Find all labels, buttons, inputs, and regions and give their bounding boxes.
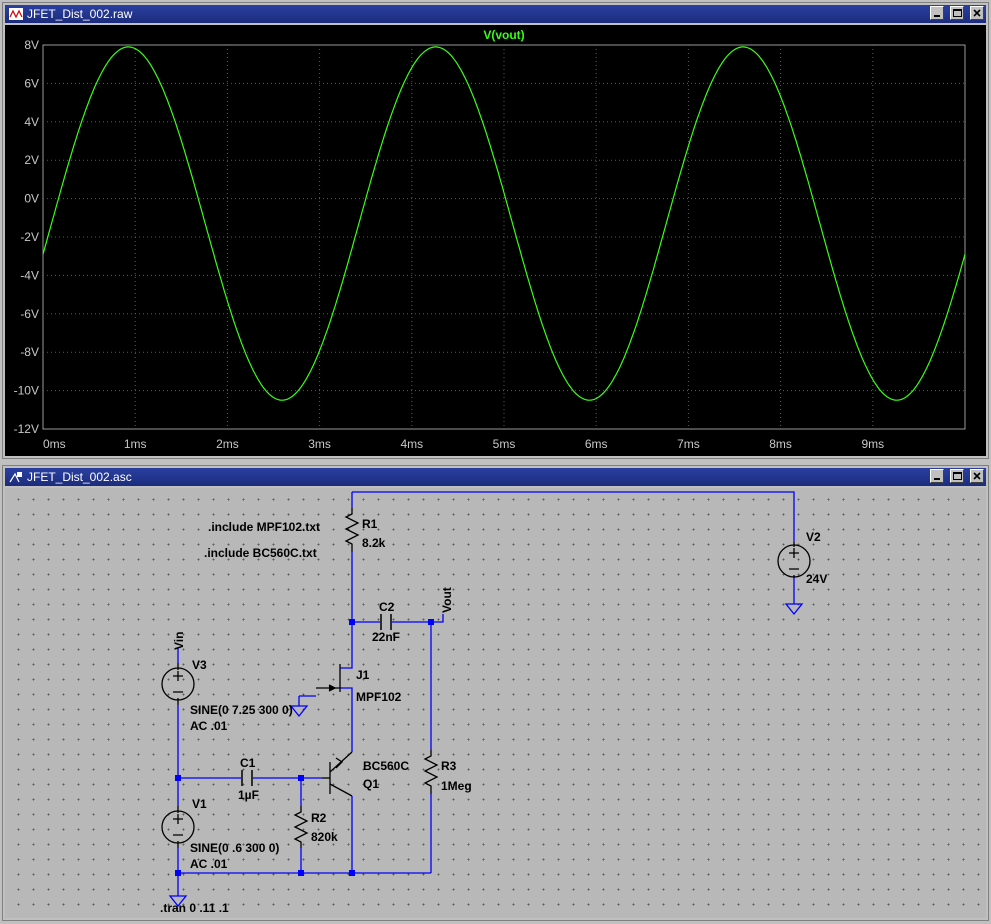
schematic-canvas[interactable]: R1 8.2k C2 22nF Vout R3 1Meg J1 MPF102 B… <box>5 488 986 918</box>
q1-ref: Q1 <box>363 777 379 791</box>
resistor-r2[interactable] <box>293 806 309 848</box>
maximize-button[interactable] <box>950 469 965 483</box>
v1-ref: V1 <box>192 797 207 811</box>
plot-window-title: JFET_Dist_002.raw <box>27 7 133 21</box>
bjt-q1[interactable] <box>322 751 353 797</box>
j1-value: MPF102 <box>356 690 402 704</box>
tran-directive[interactable]: .tran 0 .11 .1 <box>160 901 229 915</box>
x-tick-label: 0ms <box>43 437 66 451</box>
x-tick-label: 3ms <box>308 437 331 451</box>
r3-ref: R3 <box>441 759 457 773</box>
close-button[interactable] <box>970 6 984 20</box>
c2-value: 22nF <box>372 630 400 644</box>
resistor-r3[interactable] <box>423 750 439 794</box>
y-tick-label: -4V <box>20 268 39 282</box>
v1-value1: SINE(0 .6 300 0) <box>190 841 279 855</box>
y-tick-label: -6V <box>20 307 39 321</box>
schematic-icon <box>9 471 23 483</box>
r2-ref: R2 <box>311 811 327 825</box>
junction-dots <box>175 619 434 876</box>
c1-value: 1µF <box>238 788 259 802</box>
v3-ref: V3 <box>192 658 207 672</box>
r3-value: 1Meg <box>441 779 472 793</box>
c1-ref: C1 <box>240 756 256 770</box>
v2-ref: V2 <box>806 530 821 544</box>
c2-ref: C2 <box>379 600 395 614</box>
v2-value: 24V <box>806 572 827 586</box>
v3-value2: AC .01 <box>190 719 228 733</box>
vout-net-label: Vout <box>440 587 454 613</box>
y-tick-label: 0V <box>24 192 39 206</box>
include-bc560c-directive[interactable]: .include BC560C.txt <box>204 546 317 560</box>
schematic-titlebar[interactable]: JFET_Dist_002.asc <box>5 468 986 486</box>
schematic-window-title: JFET_Dist_002.asc <box>27 470 132 484</box>
schematic-editor-window: JFET_Dist_002.asc R1 8.2k C2 22nF Vout R… <box>2 465 989 921</box>
maximize-button[interactable] <box>950 6 965 20</box>
v1-value2: AC .01 <box>190 857 228 871</box>
y-tick-label: -10V <box>14 384 39 398</box>
j1-ref: J1 <box>356 668 370 682</box>
series-vout-line <box>42 46 966 401</box>
vin-net-label: Vin <box>172 632 186 650</box>
minimize-button[interactable] <box>930 469 945 483</box>
include-mpf102-directive[interactable]: .include MPF102.txt <box>208 520 320 534</box>
capacitor-c2[interactable] <box>380 614 392 630</box>
voltage-source-v3[interactable] <box>161 663 195 705</box>
resistor-r1[interactable] <box>344 508 360 552</box>
plot-area[interactable]: 0ms 1ms 2ms 3ms 4ms 5ms 6ms 7ms 8ms 9ms 8V 6V 4V 2V 0V… <box>5 25 986 456</box>
plot-titlebar[interactable]: JFET_Dist_002.raw <box>5 5 986 23</box>
waveform-viewer-window: JFET_Dist_002.raw 0ms 1ms 2ms 3ms 4ms 5ms 6ms 7… <box>2 2 989 459</box>
r2-value: 820k <box>311 830 338 844</box>
ground-symbol <box>289 705 309 718</box>
x-tick-label: 7ms <box>677 437 700 451</box>
y-tick-label: -12V <box>14 422 39 436</box>
x-tick-label: 2ms <box>216 437 239 451</box>
y-tick-label: -8V <box>20 345 39 359</box>
y-tick-label: 6V <box>24 76 39 90</box>
x-tick-label: 8ms <box>769 437 792 451</box>
waveform-icon <box>9 8 23 20</box>
q1-value: BC560C <box>363 759 409 773</box>
v3-value1: SINE(0 7.25 300 0) <box>190 703 293 717</box>
y-tick-label: 8V <box>24 38 39 52</box>
x-tick-label: 6ms <box>585 437 608 451</box>
ground-symbol <box>784 603 804 616</box>
close-button[interactable] <box>970 469 984 483</box>
r1-value: 8.2k <box>362 536 386 550</box>
x-tick-label: 9ms <box>861 437 884 451</box>
waveform-chart[interactable]: 0ms 1ms 2ms 3ms 4ms 5ms 6ms 7ms 8ms 9ms 8V 6V 4V 2V 0V… <box>5 25 984 454</box>
x-tick-label: 4ms <box>400 437 423 451</box>
capacitor-c1[interactable] <box>241 770 253 786</box>
r1-ref: R1 <box>362 517 378 531</box>
jfet-j1[interactable] <box>316 664 341 692</box>
minimize-button[interactable] <box>930 6 945 20</box>
y-tick-label: -2V <box>20 230 39 244</box>
y-tick-label: 4V <box>24 115 39 129</box>
x-tick-label: 5ms <box>493 437 516 451</box>
trace-label[interactable]: V(vout) <box>483 28 524 42</box>
x-tick-label: 1ms <box>124 437 147 451</box>
y-tick-label: 2V <box>24 153 39 167</box>
schematic-drawing[interactable]: R1 8.2k C2 22nF Vout R3 1Meg J1 MPF102 B… <box>5 488 988 920</box>
